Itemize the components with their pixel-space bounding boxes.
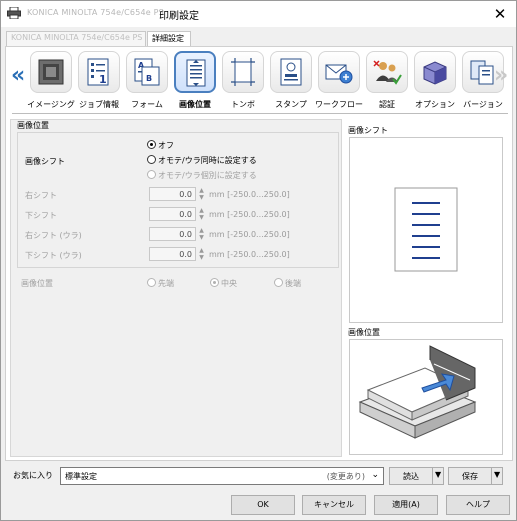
- tab-printer[interactable]: KONICA MINOLTA 754e/C654e PS: [6, 31, 146, 46]
- help-button[interactable]: ヘルプ: [446, 495, 510, 515]
- radio-dot: [147, 278, 156, 287]
- image-shift-label: 画像シフト: [25, 157, 65, 166]
- tab-row: KONICA MINOLTA 754e/C654e PS 詳細設定: [1, 28, 516, 46]
- stamp-icon: [280, 58, 302, 86]
- position-trailing-radio: 後端: [274, 278, 301, 289]
- toolbar-item-imaging[interactable]: イメージング: [27, 51, 75, 113]
- radio-dot: [147, 140, 156, 149]
- favorites-changed-note: (変更あり): [326, 472, 365, 481]
- page-preview-icon: [394, 187, 458, 272]
- apply-button[interactable]: 適用(A): [374, 495, 438, 515]
- toolbar-divider: [12, 113, 508, 114]
- right-shift-input[interactable]: 0.0: [149, 187, 196, 201]
- tab-panel: « イメージング 1 ジョブ情報 A B フォーム 画像位置 トンボ スタンプ …: [5, 46, 513, 461]
- right-shift-back-label: 右シフト (ウラ): [25, 231, 82, 240]
- position-leading-radio: 先端: [147, 278, 174, 289]
- right-shift-label: 右シフト: [25, 191, 57, 200]
- shift-preview-title: 画像シフト: [348, 126, 388, 135]
- options-icon: [423, 61, 447, 85]
- shift-separate-sides-radio: オモテ/ウラ個別に設定する: [147, 170, 257, 181]
- category-toolbar: « イメージング 1 ジョブ情報 A B フォーム 画像位置 トンボ スタンプ …: [6, 51, 512, 115]
- window-title: 印刷設定: [159, 11, 199, 22]
- load-split-button[interactable]: 読込 ▼: [389, 467, 444, 485]
- favorites-label: お気に入り: [13, 471, 53, 480]
- down-shift-back-spinner[interactable]: ▲ ▼: [197, 247, 206, 261]
- right-shift-back-range: mm [-250.0...250.0]: [209, 230, 290, 239]
- scroll-left-icon[interactable]: «: [11, 65, 25, 87]
- right-shift-range: mm [-250.0...250.0]: [209, 190, 290, 199]
- form-icon: A B: [134, 58, 160, 86]
- toolbar-item-options[interactable]: オプション: [412, 51, 458, 113]
- radio-dot: [210, 278, 219, 287]
- printer-name: KONICA MINOLTA 754e/C654e PS: [27, 8, 164, 17]
- right-shift-spinner[interactable]: ▲ ▼: [197, 187, 206, 201]
- ok-button[interactable]: OK: [231, 495, 295, 515]
- authentication-icon: [373, 60, 402, 85]
- down-shift-range: mm [-250.0...250.0]: [209, 210, 290, 219]
- save-dropdown-icon[interactable]: ▼: [494, 470, 500, 479]
- down-shift-spinner[interactable]: ▲ ▼: [197, 207, 206, 221]
- down-shift-input[interactable]: 0.0: [149, 207, 196, 221]
- paper-stack-icon: [358, 345, 477, 439]
- position-center-radio: 中央: [210, 278, 237, 289]
- radio-dot: [274, 278, 283, 287]
- job-info-icon: 1: [87, 58, 109, 86]
- scroll-right-icon[interactable]: »: [494, 65, 508, 87]
- tab-advanced-settings[interactable]: 詳細設定: [147, 31, 191, 46]
- down-shift-back-input[interactable]: 0.0: [149, 247, 196, 261]
- toolbar-item-crop-marks[interactable]: トンボ: [220, 51, 266, 113]
- down-shift-label: 下シフト: [25, 211, 57, 220]
- down-shift-back-range: mm [-250.0...250.0]: [209, 250, 290, 259]
- radio-dot: [147, 155, 156, 164]
- down-shift-back-label: 下シフト (ウラ): [25, 251, 82, 260]
- cancel-button[interactable]: キャンセル: [302, 495, 366, 515]
- toolbar-item-job-info[interactable]: 1 ジョブ情報: [76, 51, 122, 113]
- position-preview-title: 画像位置: [348, 328, 380, 337]
- close-icon[interactable]: ✕: [490, 4, 510, 24]
- shift-both-sides-radio[interactable]: オモテ/ウラ同時に設定する: [147, 155, 257, 166]
- right-shift-back-spinner[interactable]: ▲ ▼: [197, 227, 206, 241]
- imaging-icon: [38, 59, 64, 85]
- shift-off-radio[interactable]: オフ: [147, 140, 174, 151]
- settings-pane: 画像位置 画像シフト オフ オモテ/ウラ同時に設定する オモテ/ウラ個別に設定す…: [10, 119, 342, 457]
- image-position-label: 画像位置: [21, 279, 53, 288]
- position-preview: [349, 339, 503, 455]
- print-settings-dialog: KONICA MINOLTA 754e/C654e PS 印刷設定 ✕ KONI…: [0, 0, 517, 521]
- toolbar-item-image-position[interactable]: 画像位置: [172, 51, 218, 113]
- favorites-select[interactable]: 標準設定 (変更あり) ⌄: [60, 467, 384, 485]
- svg-text:B: B: [146, 74, 152, 83]
- save-button[interactable]: 保存: [449, 471, 491, 482]
- crop-marks-icon: [231, 58, 255, 86]
- workflow-icon: [325, 64, 353, 84]
- toolbar-item-authentication[interactable]: 認証: [364, 51, 410, 113]
- toolbar-item-workflow[interactable]: ワークフロー: [315, 51, 363, 113]
- toolbar-item-stamp[interactable]: スタンプ: [268, 51, 314, 113]
- toolbar-item-form[interactable]: A B フォーム: [124, 51, 170, 113]
- load-button[interactable]: 読込: [390, 471, 432, 482]
- image-position-icon: [186, 59, 206, 87]
- radio-dot: [147, 170, 156, 179]
- right-shift-back-input[interactable]: 0.0: [149, 227, 196, 241]
- svg-text:1: 1: [99, 73, 107, 86]
- favorites-value: 標準設定: [65, 472, 97, 481]
- save-split-button[interactable]: 保存 ▼: [448, 467, 503, 485]
- shift-preview: [349, 137, 503, 323]
- printer-icon: [7, 7, 21, 19]
- chevron-down-icon[interactable]: ⌄: [371, 470, 379, 480]
- load-dropdown-icon[interactable]: ▼: [435, 470, 441, 479]
- title-bar: KONICA MINOLTA 754e/C654e PS 印刷設定 ✕: [1, 1, 516, 27]
- group-title: 画像位置: [17, 121, 49, 130]
